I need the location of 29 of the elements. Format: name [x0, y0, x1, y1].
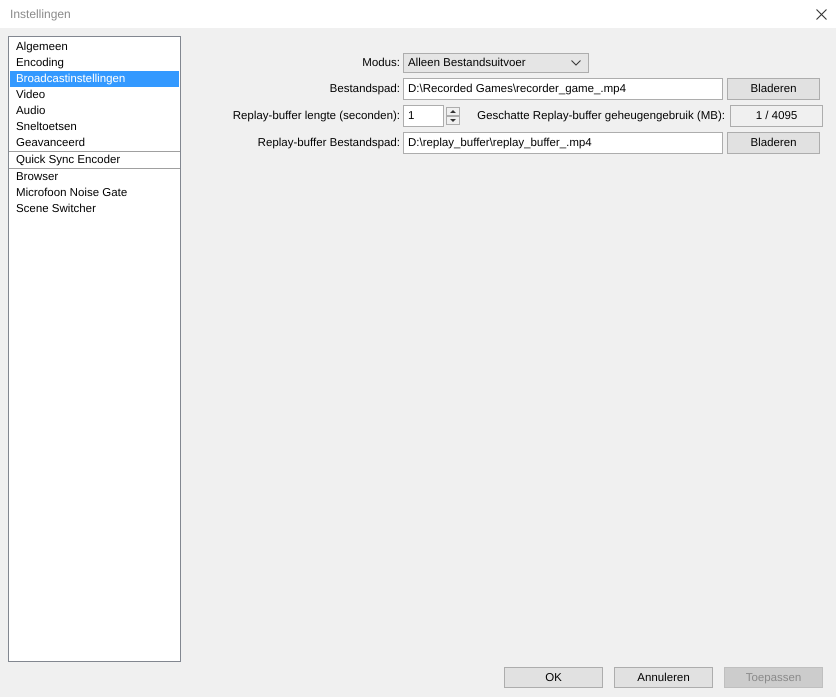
memory-usage-label: Geschatte Replay-buffer geheugengebruik (MB): [476, 110, 725, 122]
category-item[interactable]: Video [10, 87, 179, 103]
category-item[interactable]: Sneltoetsen [10, 119, 179, 135]
category-item[interactable]: Algemeen [10, 39, 179, 55]
path-field[interactable]: D:\Recorded Games\recorder_game_.mp4 [403, 78, 723, 100]
close-icon[interactable] [816, 8, 827, 20]
field-label: Bestandspad: [328, 83, 400, 95]
field-label: Replay-buffer lengte (seconden): [232, 110, 400, 122]
category-item[interactable]: Geavanceerd [10, 135, 179, 151]
category-item[interactable]: Scene Switcher [10, 201, 179, 217]
category-item[interactable]: Encoding [10, 55, 179, 71]
browse-button[interactable]: Bladeren [727, 78, 820, 100]
category-item[interactable]: Browser [10, 169, 179, 185]
spin-up-icon[interactable] [446, 107, 460, 116]
seconds-field[interactable]: 1 [403, 105, 444, 127]
path-field[interactable]: D:\replay_buffer\replay_buffer_.mp4 [403, 132, 723, 154]
category-item[interactable]: Audio [10, 103, 179, 119]
browse-button[interactable]: Bladeren [727, 132, 820, 154]
field-label: Modus: [361, 57, 400, 69]
mode-dropdown[interactable]: Alleen Bestandsuitvoer [403, 53, 589, 73]
memory-usage-value: 1 / 4095 [730, 105, 823, 127]
spin-down-icon[interactable] [446, 116, 460, 125]
category-item[interactable]: Microfoon Noise Gate [10, 185, 179, 201]
window-title: Instellingen [10, 7, 71, 21]
dialog-button[interactable]: OK [504, 667, 603, 688]
caret-icon [571, 60, 581, 66]
category-item[interactable]: Quick Sync Encoder [10, 152, 179, 168]
field-label: Replay-buffer Bestandspad: [256, 137, 400, 149]
dialog-button[interactable]: Annuleren [614, 667, 713, 688]
